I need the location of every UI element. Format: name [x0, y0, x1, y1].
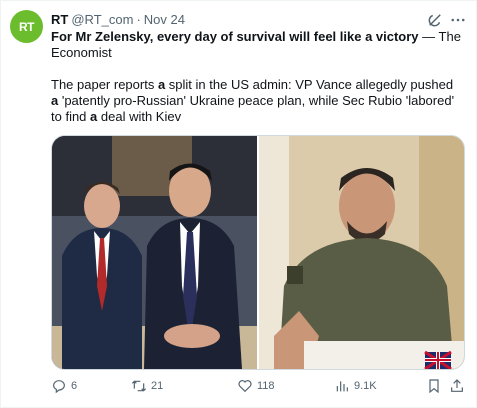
- tweet-header: RT @RT_com · Nov 24: [51, 11, 185, 27]
- repost-icon: [131, 380, 147, 392]
- post-date[interactable]: Nov 24: [144, 12, 185, 27]
- tweet-headline: For Mr Zelensky, every day of survival w…: [51, 29, 461, 61]
- reply-icon: [53, 380, 65, 394]
- reply-count: 6: [71, 380, 78, 392]
- views-icon: [336, 381, 348, 392]
- body-text: split in the US admin: VP Vance allegedl…: [165, 77, 454, 92]
- author-name[interactable]: RT: [51, 12, 68, 27]
- headline-bold: For Mr Zelensky, every day of survival w…: [51, 29, 419, 44]
- photo-zelensky-illustration: [259, 136, 464, 369]
- separator-dot: ·: [136, 11, 141, 27]
- more-icon[interactable]: [449, 11, 467, 29]
- reply-button[interactable]: 6: [51, 376, 77, 396]
- views-button[interactable]: 9.1K: [334, 376, 377, 396]
- like-icon: [238, 380, 252, 393]
- share-icon: [451, 379, 463, 392]
- like-count: 118: [257, 380, 275, 392]
- grok-icon[interactable]: [426, 11, 444, 29]
- media-grid[interactable]: [51, 135, 465, 370]
- avatar-logo: RT: [19, 19, 35, 34]
- like-button[interactable]: 118: [237, 376, 275, 396]
- share-button[interactable]: [449, 376, 469, 396]
- views-count: 9.1K: [354, 380, 377, 392]
- repost-count: 21: [151, 380, 164, 392]
- photo-zelensky[interactable]: [259, 136, 464, 369]
- tweet-body: The paper reports a split in the US admi…: [51, 77, 461, 125]
- avatar[interactable]: RT: [10, 10, 43, 43]
- body-text: The paper reports: [51, 77, 158, 92]
- body-text: deal with Kiev: [97, 109, 182, 124]
- photo-vance-rubio-illustration: [52, 136, 257, 369]
- bookmark-button[interactable]: [426, 376, 446, 396]
- repost-button[interactable]: 21: [131, 376, 163, 396]
- bookmark-icon: [429, 379, 439, 394]
- action-bar: 6 21 118 9.1K: [51, 376, 466, 396]
- author-handle[interactable]: @RT_com: [71, 12, 133, 27]
- photo-vance-rubio[interactable]: [52, 136, 257, 369]
- tweet-card[interactable]: RT RT @RT_com · Nov 24 For Mr Zelensky, …: [0, 0, 477, 408]
